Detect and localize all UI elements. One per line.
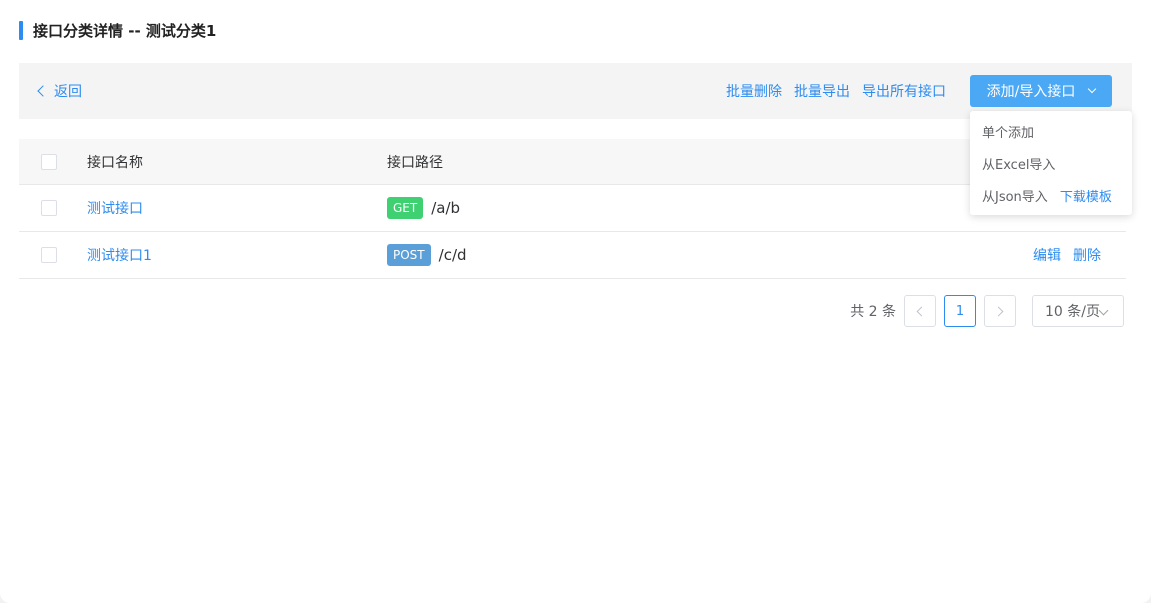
next-page-button[interactable] bbox=[984, 295, 1016, 327]
edit-link[interactable]: 编辑 bbox=[1033, 245, 1061, 265]
page-title: 接口分类详情 -- 测试分类1 bbox=[33, 22, 217, 40]
table-row: 测试接口 GET /a/b bbox=[19, 185, 1126, 232]
api-name-link[interactable]: 测试接口1 bbox=[87, 245, 152, 265]
pagination-total: 共 2 条 bbox=[850, 304, 896, 320]
back-button[interactable]: 返回 bbox=[37, 63, 82, 119]
menu-item-import-json[interactable]: 从Json导入 下载模板 bbox=[970, 179, 1132, 211]
api-path: /a/b bbox=[431, 199, 461, 217]
row-checkbox[interactable] bbox=[41, 247, 57, 263]
batch-delete-link[interactable]: 批量删除 bbox=[726, 81, 782, 101]
header-api-name: 接口名称 bbox=[87, 154, 143, 171]
method-badge: GET bbox=[387, 197, 424, 219]
menu-item-single-add[interactable]: 单个添加 bbox=[970, 115, 1132, 147]
api-path-cell: GET /a/b bbox=[387, 185, 460, 231]
menu-item-label: 从Json导入 bbox=[982, 189, 1048, 205]
row-checkbox[interactable] bbox=[41, 200, 57, 216]
batch-export-link[interactable]: 批量导出 bbox=[794, 81, 850, 101]
table-header: 接口名称 接口路径 bbox=[19, 139, 1126, 185]
row-actions: 编辑 删除 bbox=[1033, 232, 1101, 278]
chevron-right-icon bbox=[993, 306, 1004, 316]
select-all-checkbox[interactable] bbox=[41, 153, 57, 170]
chevron-down-icon bbox=[1088, 84, 1097, 94]
export-all-link[interactable]: 导出所有接口 bbox=[862, 81, 946, 101]
page-number-button[interactable]: 1 bbox=[944, 295, 976, 327]
toolbar: 返回 批量删除 批量导出 导出所有接口 添加/导入接口 bbox=[19, 63, 1132, 119]
prev-page-button[interactable] bbox=[904, 295, 936, 327]
api-path-cell: POST /c/d bbox=[387, 232, 467, 278]
add-import-button[interactable]: 添加/导入接口 bbox=[970, 75, 1112, 107]
table-row: 测试接口1 POST /c/d 编辑 删除 bbox=[19, 232, 1126, 279]
api-table: 接口名称 接口路径 测试接口 GET /a/b 测试接口1 POST /c/d bbox=[19, 139, 1126, 279]
api-path: /c/d bbox=[438, 246, 467, 264]
add-import-label: 添加/导入接口 bbox=[986, 84, 1076, 100]
header-api-path: 接口路径 bbox=[387, 154, 443, 171]
delete-link[interactable]: 删除 bbox=[1073, 245, 1101, 265]
page-header: 接口分类详情 -- 测试分类1 bbox=[19, 21, 216, 40]
title-accent-bar bbox=[19, 21, 23, 40]
menu-item-label: 单个添加 bbox=[982, 125, 1035, 141]
page-container: 接口分类详情 -- 测试分类1 返回 批量删除 批量导出 导出所有接口 添加/导… bbox=[0, 0, 1151, 603]
chevron-down-icon bbox=[1098, 305, 1109, 316]
menu-item-label: 从Excel导入 bbox=[982, 157, 1056, 173]
page-size-select[interactable]: 10 条/页 bbox=[1032, 295, 1124, 327]
chevron-left-icon bbox=[916, 306, 927, 316]
pagination: 共 2 条 1 10 条/页 bbox=[850, 295, 1124, 327]
page-size-value: 10 条/页 bbox=[1045, 304, 1100, 320]
menu-item-import-excel[interactable]: 从Excel导入 bbox=[970, 147, 1132, 179]
add-import-dropdown-menu: 单个添加 从Excel导入 从Json导入 下载模板 bbox=[970, 111, 1132, 215]
back-label: 返回 bbox=[54, 84, 82, 100]
download-template-link[interactable]: 下载模板 bbox=[1060, 186, 1112, 205]
chevron-left-icon bbox=[37, 85, 49, 97]
method-badge: POST bbox=[387, 244, 431, 266]
api-name-link[interactable]: 测试接口 bbox=[87, 198, 143, 218]
toolbar-actions: 批量删除 批量导出 导出所有接口 bbox=[726, 63, 946, 119]
